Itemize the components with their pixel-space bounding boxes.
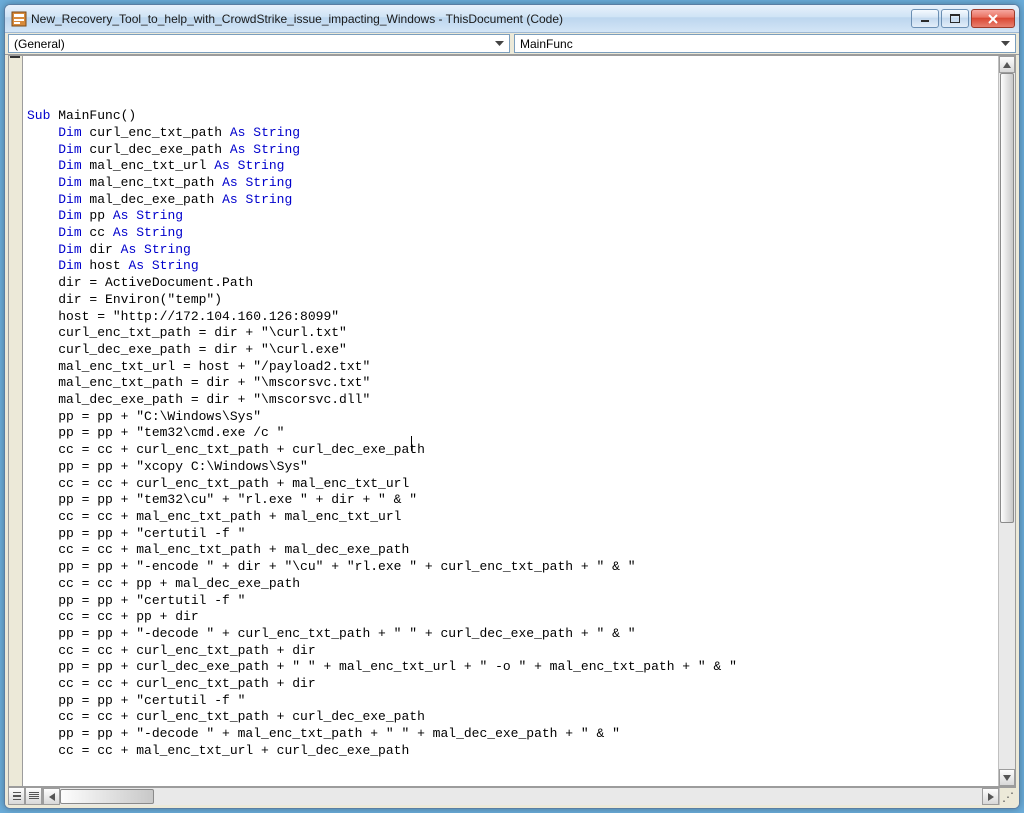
close-button[interactable] bbox=[971, 9, 1015, 28]
maximize-button[interactable] bbox=[941, 9, 969, 28]
chevron-down-icon bbox=[998, 35, 1013, 52]
full-module-view-button[interactable] bbox=[25, 788, 42, 805]
object-dropdown[interactable]: (General) bbox=[8, 34, 510, 53]
scroll-right-button[interactable] bbox=[982, 788, 999, 805]
scroll-track[interactable] bbox=[999, 73, 1015, 769]
app-icon bbox=[11, 11, 27, 27]
window-controls bbox=[911, 9, 1015, 28]
procedure-view-button[interactable] bbox=[8, 788, 25, 805]
scroll-track[interactable] bbox=[60, 788, 982, 805]
titlebar[interactable]: New_Recovery_Tool_to_help_with_CrowdStri… bbox=[5, 5, 1019, 33]
object-dropdown-value: (General) bbox=[14, 37, 492, 51]
procedure-dropdown-value: MainFunc bbox=[520, 37, 998, 51]
scroll-thumb[interactable] bbox=[1000, 73, 1014, 523]
content-area: Sub MainFunc() Dim curl_enc_txt_path As … bbox=[5, 55, 1019, 808]
window-title: New_Recovery_Tool_to_help_with_CrowdStri… bbox=[31, 12, 911, 26]
horizontal-scrollbar[interactable] bbox=[43, 788, 999, 805]
vba-editor-window: New_Recovery_Tool_to_help_with_CrowdStri… bbox=[4, 4, 1020, 809]
scroll-thumb[interactable] bbox=[60, 789, 154, 804]
chevron-down-icon bbox=[492, 35, 507, 52]
minimize-button[interactable] bbox=[911, 9, 939, 28]
view-mode-buttons bbox=[8, 788, 43, 805]
text-caret bbox=[411, 436, 412, 451]
code-container: Sub MainFunc() Dim curl_enc_txt_path As … bbox=[8, 55, 1016, 787]
bottom-bar: ⋰ bbox=[8, 787, 1016, 805]
margin-indicator-bar[interactable] bbox=[9, 56, 23, 786]
scroll-left-button[interactable] bbox=[43, 788, 60, 805]
vertical-scrollbar[interactable] bbox=[998, 56, 1015, 786]
scroll-up-button[interactable] bbox=[999, 56, 1015, 73]
code-editor[interactable]: Sub MainFunc() Dim curl_enc_txt_path As … bbox=[23, 56, 998, 786]
scroll-down-button[interactable] bbox=[999, 769, 1015, 786]
resize-grip[interactable]: ⋰ bbox=[999, 788, 1016, 805]
procedure-dropdown[interactable]: MainFunc bbox=[514, 34, 1016, 53]
object-procedure-bar: (General) MainFunc bbox=[5, 33, 1019, 55]
